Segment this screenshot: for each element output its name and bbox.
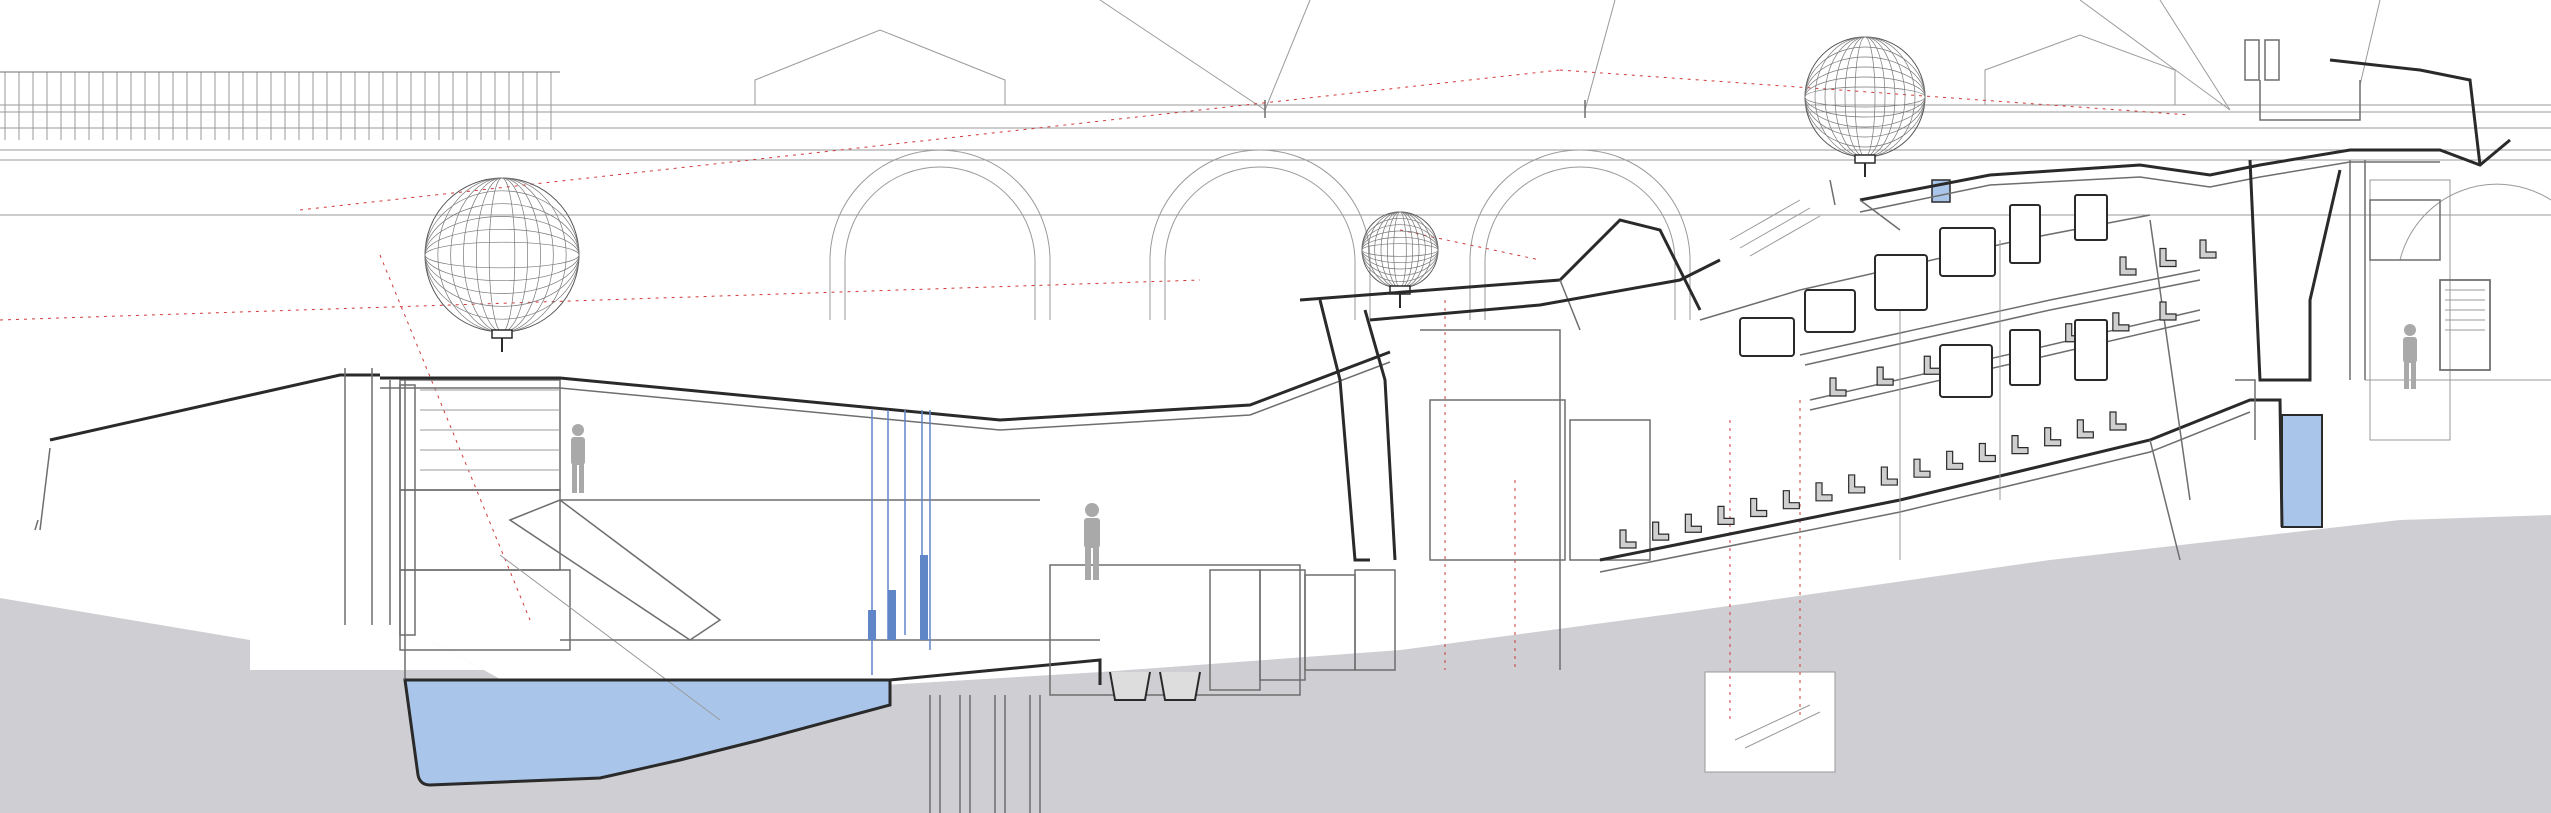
drain-pipes — [868, 410, 931, 675]
section-canvas — [0, 0, 2551, 813]
foundation-cutout — [1704, 671, 1836, 773]
globe-lanterns — [424, 36, 1926, 352]
right-stair — [2369, 199, 2491, 371]
human-figures — [571, 324, 2417, 580]
water-tank — [2281, 414, 2323, 528]
section-drawing — [0, 0, 2551, 813]
globe — [424, 177, 580, 352]
arch-row — [829, 149, 2551, 320]
globe — [1804, 36, 1926, 177]
cables — [1099, 0, 2381, 118]
balustrade-pickets — [0, 71, 560, 140]
pediments — [754, 29, 2176, 105]
speaker-boxes — [1739, 194, 2108, 398]
